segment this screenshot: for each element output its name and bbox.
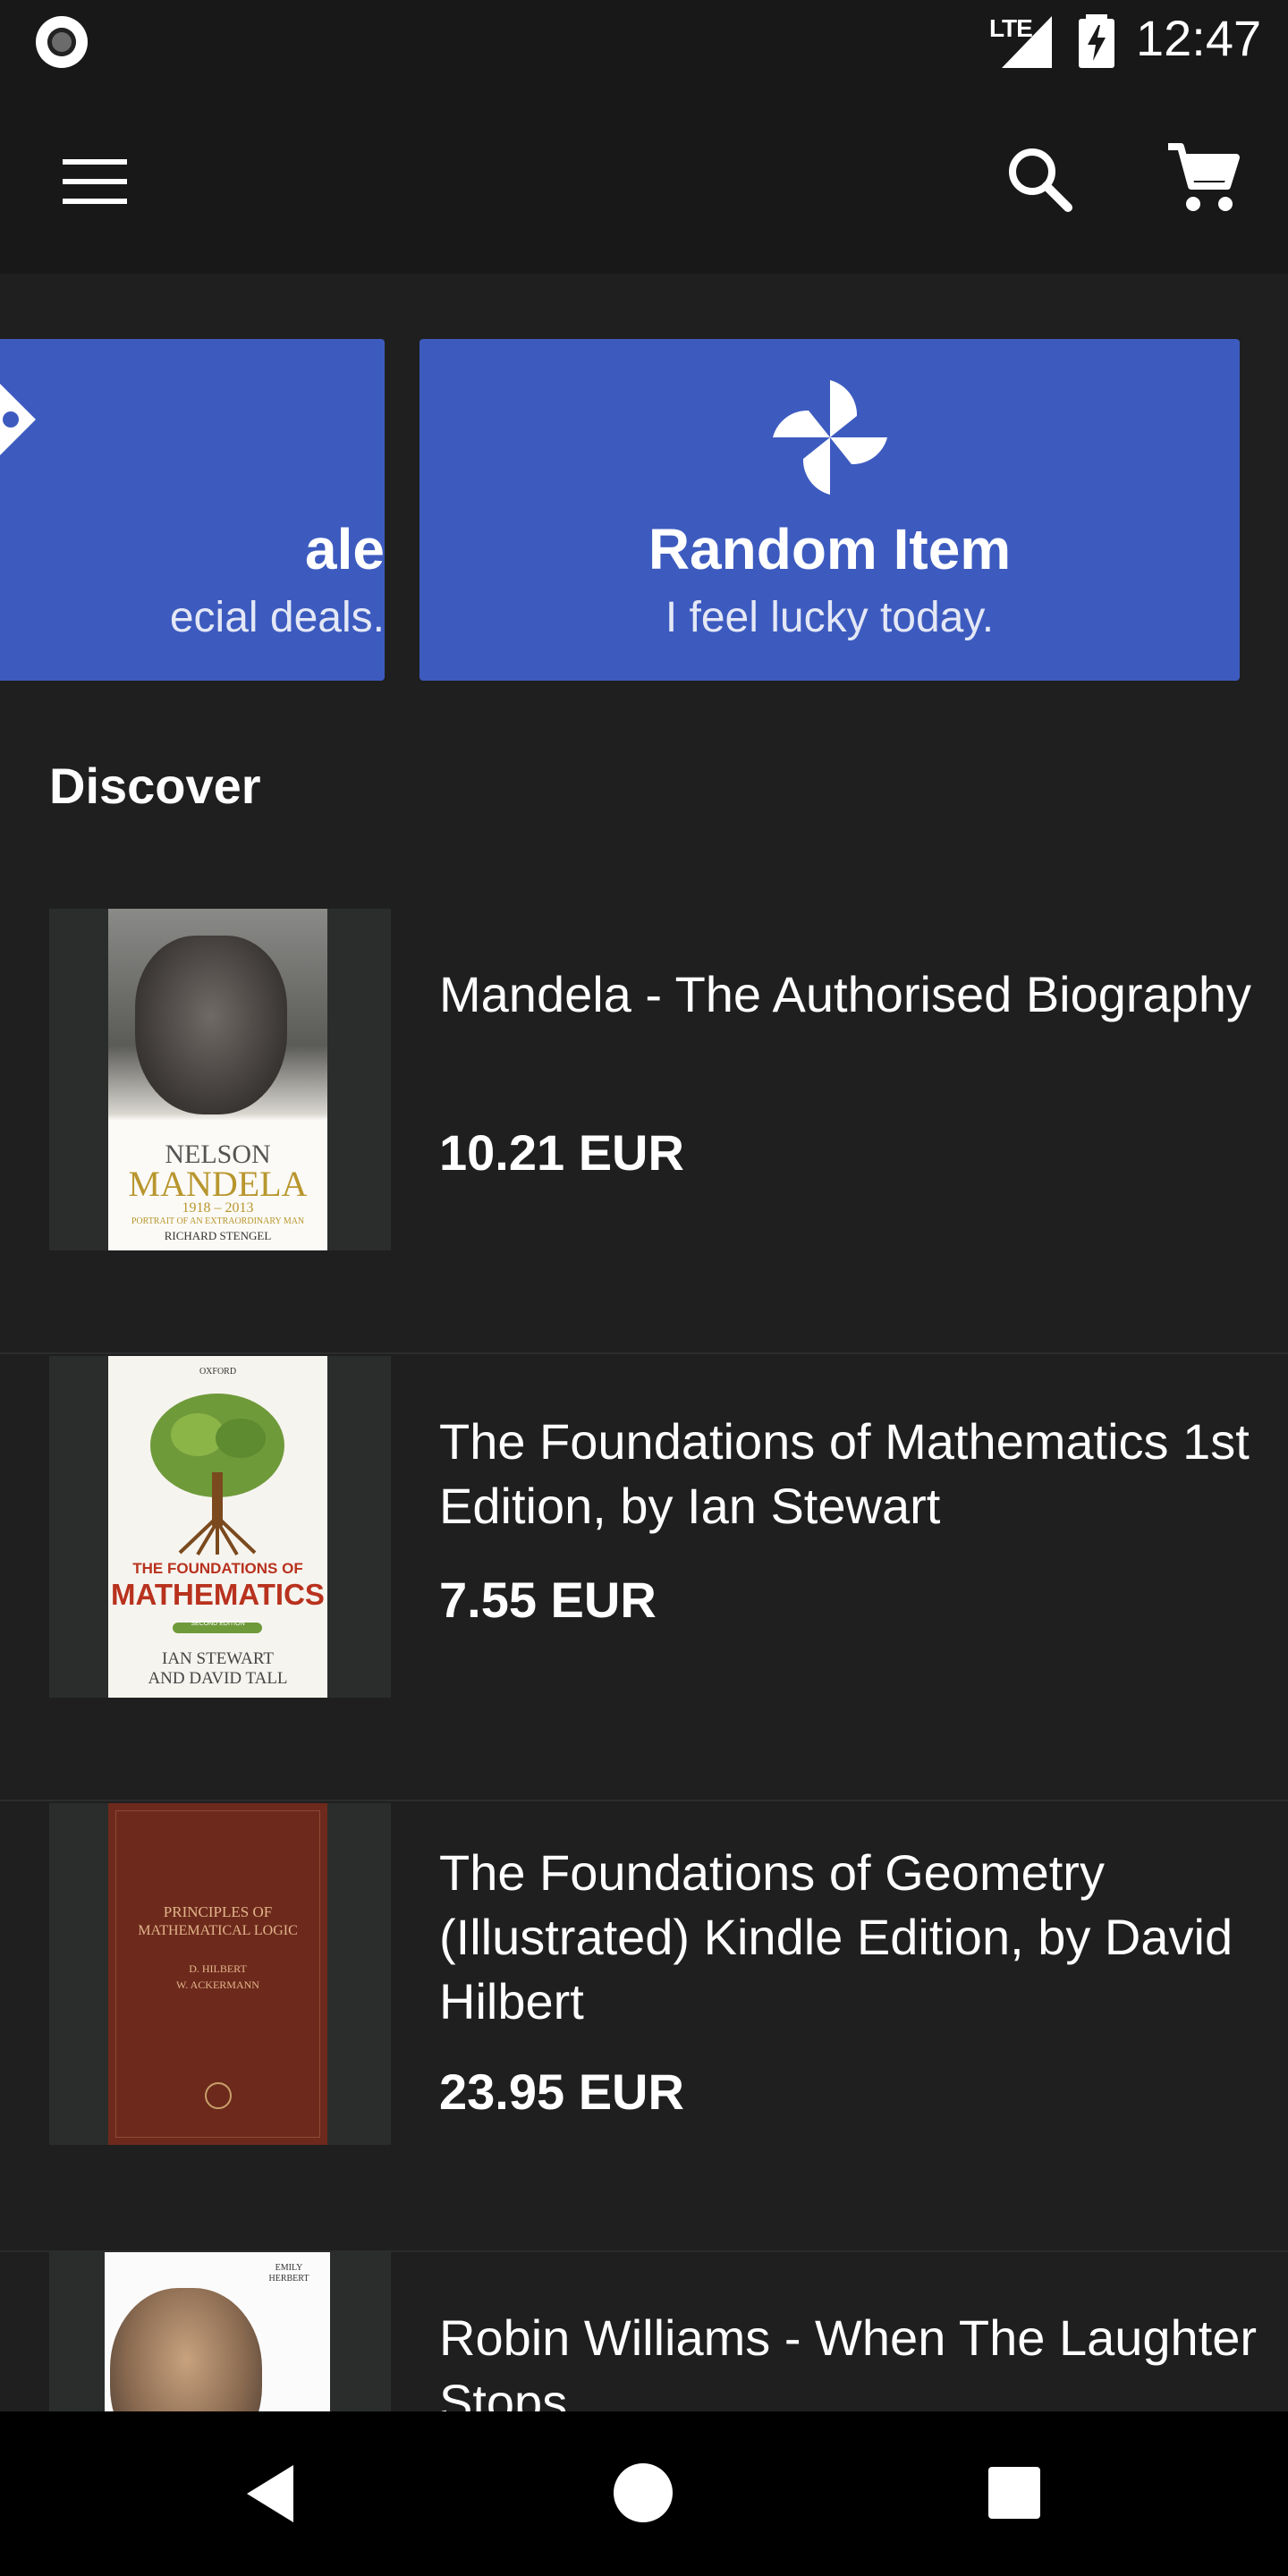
cover-text: RICHARD STENGEL [164, 1229, 272, 1242]
cover-text: PRINCIPLES OF [163, 1903, 273, 1920]
system-nav-bar [0, 2411, 1288, 2576]
book-thumbnail: EMILY HERBERT [49, 2252, 391, 2411]
cart-icon [1168, 143, 1240, 211]
cover-text: IAN STEWART [162, 1649, 274, 1668]
cover-text: SECOND EDITION [191, 1621, 245, 1627]
cover-text: D. HILBERT [189, 1962, 247, 1975]
app-bar [0, 86, 1288, 274]
cover-text: MANDELA [128, 1164, 308, 1204]
cover-text: MATHEMATICS [111, 1578, 325, 1611]
list-item[interactable]: EMILY HERBERT Robin Williams - When The … [0, 2252, 1288, 2411]
cover-text: W. ACKERMANN [176, 1979, 259, 1991]
search-icon [1009, 148, 1072, 212]
list-item[interactable]: NELSON MANDELA 1918 – 2013 PORTRAIT OF A… [0, 909, 1288, 1356]
divider [0, 1800, 1288, 1801]
status-bar: LTE 12:47 [0, 0, 1288, 86]
home-icon[interactable] [614, 2463, 673, 2522]
search-button[interactable] [998, 138, 1079, 218]
item-title: The Foundations of Geometry (Illustrated… [439, 1844, 1233, 2029]
cover-text: EMILY [275, 2263, 303, 2273]
recents-icon[interactable] [988, 2467, 1040, 2519]
cart-button[interactable] [1163, 138, 1243, 218]
item-title: The Foundations of Mathematics 1st Editi… [439, 1413, 1250, 1534]
promo-card-sale[interactable]: ale ecial deals. [0, 339, 385, 681]
content-area[interactable]: ale ecial deals. Random Item I feel luck… [0, 274, 1288, 2411]
list-item[interactable]: OXFORD THE FOUNDATIONS OF MATHEMATICS SE… [0, 1356, 1288, 1803]
back-icon[interactable] [243, 2463, 297, 2524]
book-thumbnail: OXFORD THE FOUNDATIONS OF MATHEMATICS SE… [49, 1356, 391, 1698]
book-cover: OXFORD THE FOUNDATIONS OF MATHEMATICS SE… [108, 1356, 327, 1698]
clock: 12:47 [1136, 10, 1262, 66]
item-title: Robin Williams - When The Laughter Stops [439, 2309, 1258, 2411]
cover-text: HERBERT [268, 2274, 309, 2284]
list-item[interactable]: PRINCIPLES OF MATHEMATICAL LOGIC D. HILB… [0, 1803, 1288, 2286]
cover-text: OXFORD [199, 1367, 237, 1377]
pinwheel-icon [772, 380, 887, 495]
item-price: 7.55 EUR [439, 1572, 657, 1628]
cover-text: PORTRAIT OF AN EXTRAORDINARY MAN [131, 1216, 305, 1226]
promo-subtitle: I feel lucky today. [665, 594, 995, 641]
book-cover: PRINCIPLES OF MATHEMATICAL LOGIC D. HILB… [108, 1803, 327, 2145]
promo-title: ale [305, 517, 385, 581]
book-cover: EMILY HERBERT [105, 2252, 330, 2411]
cover-text: THE FOUNDATIONS OF [132, 1560, 303, 1577]
promo-title: Random Item [648, 517, 1012, 581]
book-thumbnail: NELSON MANDELA 1918 – 2013 PORTRAIT OF A… [49, 909, 391, 1250]
section-title-discover: Discover [49, 758, 261, 814]
promo-card-random-item[interactable]: Random Item I feel lucky today. [419, 339, 1240, 681]
battery-charging-icon [1079, 14, 1114, 68]
portrait-image [110, 2288, 262, 2411]
item-title: Mandela - The Authorised Biography [439, 966, 1251, 1022]
cover-text: AND DAVID TALL [148, 1669, 288, 1688]
tag-icon [0, 384, 36, 455]
portrait-image [135, 936, 287, 1114]
book-thumbnail: PRINCIPLES OF MATHEMATICAL LOGIC D. HILB… [49, 1803, 391, 2145]
menu-button[interactable] [50, 141, 140, 222]
signal-icon [1002, 16, 1052, 68]
item-price: 23.95 EUR [439, 2063, 684, 2120]
cover-text: 1918 – 2013 [182, 1200, 254, 1216]
menu-icon [63, 159, 127, 204]
tree-image [150, 1394, 284, 1556]
item-price: 10.21 EUR [439, 1124, 684, 1181]
notification-icon [36, 16, 88, 68]
book-cover: NELSON MANDELA 1918 – 2013 PORTRAIT OF A… [108, 909, 327, 1250]
cover-text: MATHEMATICAL LOGIC [138, 1923, 298, 1938]
promo-subtitle: ecial deals. [169, 594, 385, 641]
divider [0, 1352, 1288, 1354]
